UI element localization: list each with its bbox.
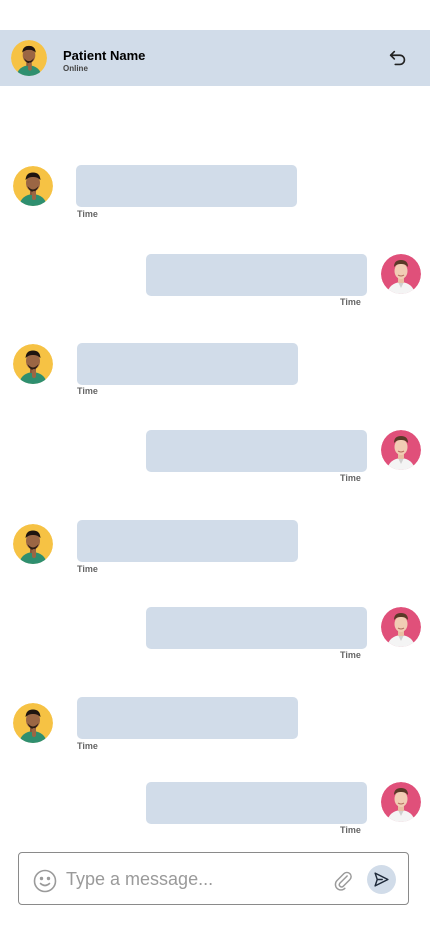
message-input[interactable] [66,867,316,891]
incoming-message-bubble[interactable] [76,165,297,207]
doctor-avatar [381,782,421,822]
chat-header: Patient Name Online [0,30,430,86]
outgoing-message-bubble[interactable] [146,782,367,824]
patient-avatar [13,703,53,743]
patient-avatar [13,524,53,564]
message-time: Time [77,564,98,574]
smiley-icon[interactable] [33,869,57,893]
send-button[interactable] [367,865,396,894]
patient-avatar [13,166,53,206]
message-time: Time [340,473,361,483]
message-time: Time [340,825,361,835]
send-icon [374,872,389,887]
message-time: Time [77,209,98,219]
incoming-message-bubble[interactable] [77,697,298,739]
doctor-avatar [381,254,421,294]
message-time: Time [77,386,98,396]
outgoing-message-bubble[interactable] [146,254,367,296]
outgoing-message-bubble[interactable] [146,607,367,649]
doctor-avatar [381,607,421,647]
message-time: Time [340,297,361,307]
incoming-message-bubble[interactable] [77,343,298,385]
chat-screen: Patient Name Online Time Time Time Time … [0,0,430,936]
paperclip-icon[interactable] [332,869,354,893]
undo-arrow-icon[interactable] [387,47,409,69]
message-composer [18,852,409,905]
message-time: Time [340,650,361,660]
patient-avatar [13,344,53,384]
doctor-avatar [381,430,421,470]
patient-avatar[interactable] [11,40,47,76]
message-time: Time [77,741,98,751]
online-status: Online [63,64,88,73]
outgoing-message-bubble[interactable] [146,430,367,472]
patient-name: Patient Name [63,48,146,63]
incoming-message-bubble[interactable] [77,520,298,562]
